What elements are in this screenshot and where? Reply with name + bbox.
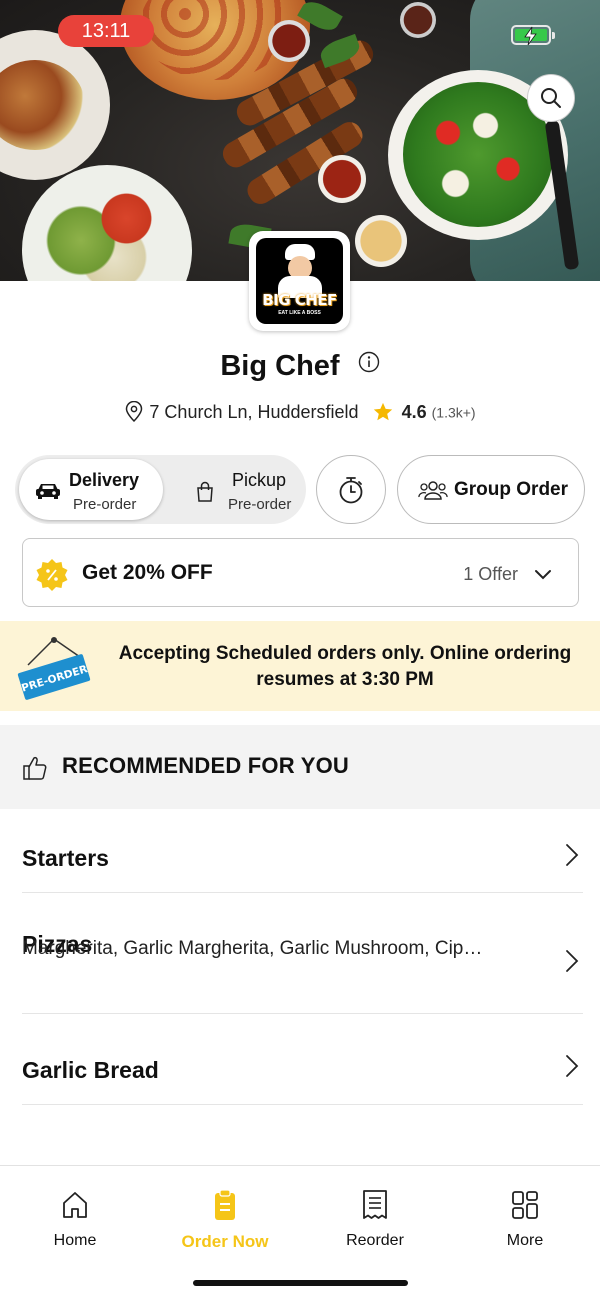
search-button[interactable] — [527, 74, 575, 122]
nav-home[interactable]: Home — [15, 1188, 135, 1250]
restaurant-address: 7 Church Ln, Huddersfield — [149, 401, 359, 422]
schedule-button[interactable] — [316, 455, 386, 524]
category-name: Garlic Bread — [22, 1057, 159, 1083]
rating-value: 4.6 — [401, 401, 427, 422]
shopping-bag-icon — [195, 481, 215, 508]
bottom-nav: Home Order Now Reorder More — [0, 1165, 600, 1298]
home-icon — [15, 1188, 135, 1222]
chevron-right-icon — [565, 949, 579, 978]
chevron-down-icon — [534, 568, 552, 586]
delivery-sub: Pre-order — [73, 496, 137, 513]
nav-label: Home — [53, 1232, 97, 1249]
order-mode-toggle: Delivery Pre-order Pickup Pre-order — [15, 455, 306, 524]
stopwatch-icon — [339, 476, 363, 503]
pickup-sub: Pre-order — [228, 496, 292, 513]
battery-charging-icon — [511, 25, 555, 46]
order-icon — [165, 1188, 285, 1222]
delivery-option[interactable]: Delivery Pre-order — [19, 459, 163, 520]
category-name: Starters — [22, 845, 109, 871]
logo-tagline: EAT LIKE A BOSS — [278, 310, 321, 316]
offer-count: 1 Offer — [463, 564, 518, 584]
nav-label: Order Now — [181, 1232, 269, 1251]
receipt-icon — [315, 1188, 435, 1222]
restaurant-logo: BIG CHEF EAT LIKE A BOSS — [249, 231, 350, 331]
recommended-label: RECOMMENDED FOR YOU — [62, 753, 349, 778]
offer-banner[interactable]: Get 20% OFF 1 Offer — [22, 538, 579, 607]
pickup-option[interactable]: Pickup Pre-order — [165, 459, 309, 520]
grid-icon — [465, 1188, 585, 1222]
category-row[interactable]: Starters — [22, 810, 583, 893]
category-row[interactable]: Garlic Bread — [22, 1014, 583, 1105]
location-pin-icon — [126, 401, 143, 423]
status-time: 13:11 — [58, 15, 154, 47]
star-icon — [373, 403, 392, 421]
group-order-button[interactable]: Group Order — [397, 455, 585, 524]
nav-more[interactable]: More — [465, 1188, 585, 1250]
offer-title: Get 20% OFF — [82, 561, 213, 584]
recommended-header: RECOMMENDED FOR YOU — [0, 725, 600, 809]
thumbs-up-icon — [22, 755, 48, 786]
group-order-label: Group Order — [454, 479, 569, 500]
discount-badge-icon — [35, 558, 69, 597]
category-row[interactable]: Pizzas Margherita, Garlic Margherita, Ga… — [22, 893, 583, 1014]
restaurant-name: Big Chef — [220, 350, 340, 382]
nav-order-now[interactable]: Order Now — [165, 1188, 285, 1252]
car-icon — [35, 481, 61, 506]
restaurant-name-row: Big Chef — [0, 350, 600, 383]
nav-label: More — [506, 1232, 544, 1249]
preorder-sign-icon: PRE-ORDER — [14, 635, 94, 706]
address-rating-row: 7 Church Ln, Huddersfield 4.6 (1.3k+) — [0, 401, 600, 423]
info-icon[interactable] — [358, 348, 380, 381]
notice-message: Accepting Scheduled orders only. Online … — [118, 643, 572, 690]
scheduled-orders-notice: PRE-ORDER Accepting Scheduled orders onl… — [0, 621, 600, 711]
nav-label: Reorder — [346, 1232, 404, 1249]
pickup-label: Pickup — [232, 470, 287, 490]
search-icon — [541, 88, 561, 108]
category-items: Margherita, Garlic Margherita, Garlic Mu… — [22, 938, 483, 959]
delivery-label: Delivery — [69, 470, 140, 490]
group-icon — [418, 478, 448, 507]
home-indicator[interactable] — [193, 1280, 408, 1286]
logo-text: BIG CHEF — [262, 291, 337, 309]
nav-reorder[interactable]: Reorder — [315, 1188, 435, 1250]
chevron-right-icon — [565, 1054, 579, 1083]
chevron-right-icon — [565, 843, 579, 872]
rating-count: (1.3k+) — [431, 404, 476, 421]
